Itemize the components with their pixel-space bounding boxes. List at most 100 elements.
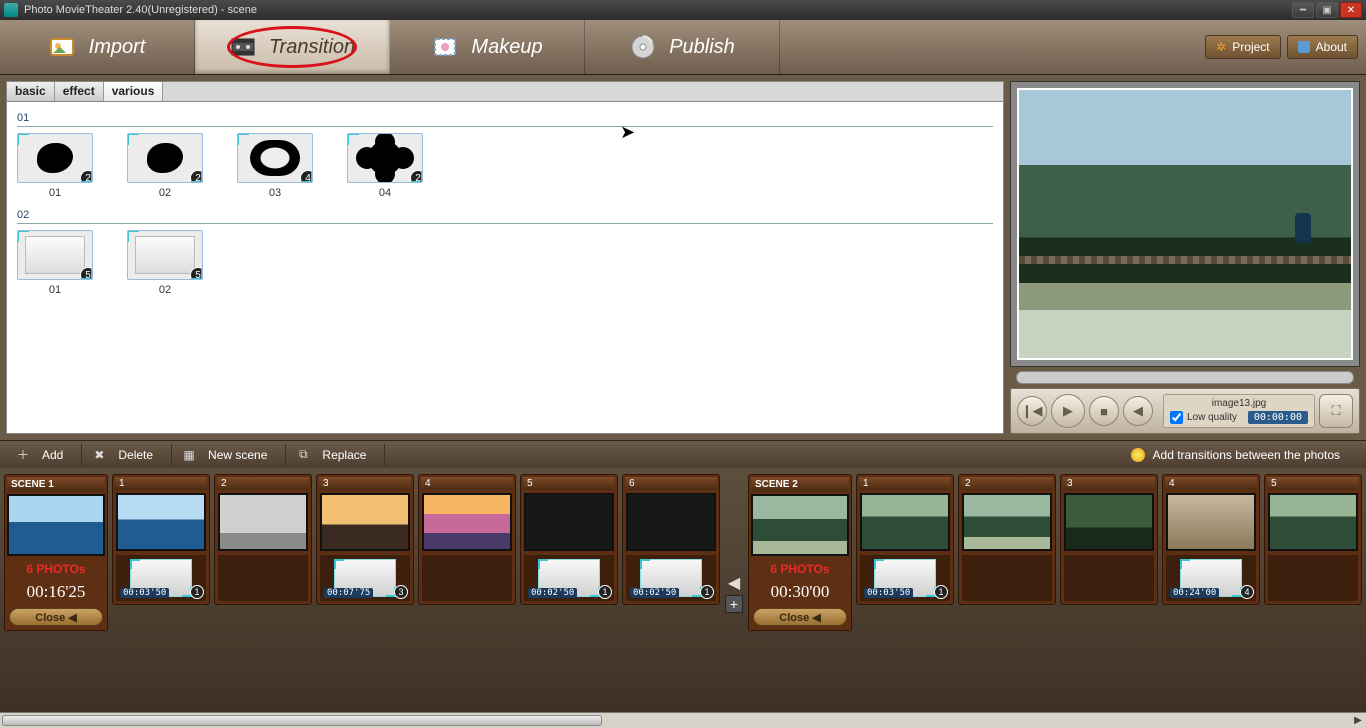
library-body: 0120120240320402501502➤ [7,102,1003,433]
tab-transition-label: Transition [269,36,355,59]
prev-button[interactable]: ❙◀ [1017,396,1047,426]
timeline-scrollbar[interactable]: ◀ ▶ [0,712,1366,728]
transition-thumb[interactable]: 202 [127,133,203,199]
clip[interactable]: 5 00:02'501 [520,474,618,605]
tab-import[interactable]: Import [0,20,195,74]
stop-button[interactable]: ■ [1089,396,1119,426]
clip[interactable]: 4 [418,474,516,605]
transition-thumb[interactable]: 502 [127,230,203,296]
tab-import-label: Import [89,36,146,59]
thumb-preview: 2 [17,133,93,183]
thumb-badge: 2 [410,170,423,183]
clip-badge: 1 [190,585,204,599]
next-button[interactable]: ◀ [1123,396,1153,426]
clip-badge: 4 [1240,585,1254,599]
clip-transition-slot[interactable]: 00:03'50 1 [860,555,950,601]
maximize-button[interactable]: ▣ [1316,2,1338,18]
clip-thumbnail [422,493,512,551]
transition-thumb[interactable]: 2 04 [347,133,423,199]
titlebar: Photo MovieTheater 2.40(Unregistered) - … [0,0,1366,20]
thumb-preview: 4 [237,133,313,183]
clip-thumbnail [1166,493,1256,551]
clip[interactable]: 2 [214,474,312,605]
thumb-badge: 4 [300,170,313,183]
thumb-shape-icon [37,143,73,173]
thumb-shape-icon [25,236,85,274]
subtab-effect[interactable]: effect [55,82,104,101]
clip-transition-slot[interactable]: 00:03'501 [116,555,206,601]
replace-button[interactable]: ⧉Replace [286,444,385,466]
clip-transition-slot[interactable]: 00:24'004 [1166,555,1256,601]
scene-card[interactable]: SCENE 16 PHOTOs00:16'25Close ◀ [4,474,108,631]
thumb-label: 01 [49,284,61,296]
transition-thumb[interactable]: 501 [17,230,93,296]
about-button[interactable]: About [1287,35,1358,59]
low-quality-toggle[interactable]: Low quality [1170,411,1237,424]
clip[interactable]: 400:24'004 [1162,474,1260,605]
transition-thumb[interactable]: 403 [237,133,313,199]
thumb-shape-icon [135,236,195,274]
scroll-thumb[interactable] [2,715,602,726]
scene-close-button[interactable]: Close ◀ [753,608,847,626]
clip-transition-slot[interactable] [1268,555,1358,601]
clip[interactable]: 5 [1264,474,1362,605]
group-label: 02 [17,209,993,221]
group-divider [17,223,993,224]
scene-title: SCENE 2 [751,477,849,492]
project-button[interactable]: ✲ Project [1205,35,1280,59]
collapse-left-icon[interactable]: ◀ [728,573,740,593]
tab-makeup[interactable]: Makeup [390,20,585,74]
clip-badge: 1 [598,585,612,599]
tab-transition[interactable]: Transition [195,20,390,74]
clip-transition-slot[interactable]: 00:02'501 [626,555,716,601]
transition-thumb[interactable]: 201 [17,133,93,199]
clip-thumbnail [218,493,308,551]
add-label: Add [42,448,63,462]
hint-bar: Add transitions between the photos [1131,448,1360,462]
add-button[interactable]: ＋Add [6,444,82,466]
clip-transition-slot[interactable]: 00:07'753 [320,555,410,601]
scene-card[interactable]: SCENE 26 PHOTOs00:30'00Close ◀ [748,474,852,631]
clip[interactable]: 100:03'501 [112,474,210,605]
clip-number: 5 [523,477,615,490]
tab-publish[interactable]: Publish [585,20,780,74]
clip-number: 3 [319,477,411,490]
hint-text: Add transitions between the photos [1153,448,1340,462]
thumb-label: 02 [159,187,171,199]
clip[interactable]: 600:02'501 [622,474,720,605]
clip-transition-slot[interactable] [962,555,1052,601]
import-icon [49,33,77,61]
clip-thumbnail [1064,493,1154,551]
clip[interactable]: 3 00:07'753 [316,474,414,605]
scene-thumbnail [7,494,105,556]
clip-timecode: 00:03'50 [864,588,913,598]
delete-button[interactable]: ✖Delete [82,444,172,466]
clip[interactable]: 2 [958,474,1056,605]
minimize-button[interactable]: ━ [1292,2,1314,18]
timeline[interactable]: SCENE 16 PHOTOs00:16'25Close ◀ 1 00:03'50 1… [0,468,1366,712]
subtab-basic[interactable]: basic [7,82,55,101]
close-button[interactable]: ✕ [1340,2,1362,18]
newscene-button[interactable]: ▦New scene [172,444,286,466]
thumb-row: 501 502 [17,230,993,296]
fullscreen-button[interactable]: ⛶ [1319,394,1353,428]
clip-transition-slot[interactable] [1064,555,1154,601]
clip[interactable]: 100:03'50 1 [856,474,954,605]
subtab-various[interactable]: various [104,82,164,101]
gear-icon: ✲ [1216,40,1226,54]
clip-transition-slot[interactable] [422,555,512,601]
clip-transition-slot[interactable] [218,555,308,601]
preview-scrollbar[interactable] [1016,371,1354,384]
clip[interactable]: 3 [1060,474,1158,605]
thumb-label: 04 [379,187,391,199]
scroll-right-button[interactable]: ▶ [1350,713,1366,728]
scene-icon: ▦ [182,448,196,462]
clip-transition-slot[interactable]: 00:02'501 [524,555,614,601]
group-divider [17,126,993,127]
play-button[interactable]: ▶ [1051,394,1085,428]
clip-badge: 1 [934,585,948,599]
low-quality-checkbox[interactable] [1170,411,1183,424]
insert-scene-button[interactable]: + [725,595,743,613]
scene-close-button[interactable]: Close ◀ [9,608,103,626]
thumb-shape-icon [147,143,183,173]
